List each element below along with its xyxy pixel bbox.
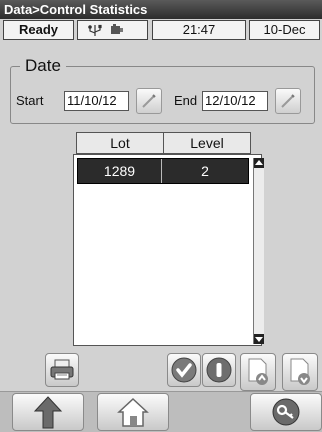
column-header-level[interactable]: Level (163, 132, 251, 154)
cell-level: 2 (201, 163, 209, 179)
home-button[interactable] (97, 393, 169, 431)
print-button[interactable] (45, 353, 79, 387)
document-down-button[interactable] (282, 353, 318, 391)
status-time: 21:47 (152, 20, 246, 40)
accept-button[interactable] (167, 353, 201, 387)
home-icon (117, 397, 149, 427)
title-bar: Data>Control Statistics (0, 0, 322, 19)
usb-icon (88, 24, 102, 36)
connection-icon (111, 24, 123, 34)
info-icon (206, 357, 232, 383)
printer-icon (50, 359, 74, 380)
status-ready: Ready (3, 20, 74, 40)
table-row[interactable]: 1289 2 (77, 158, 249, 184)
checkmark-icon (171, 357, 197, 383)
status-date: 10-Dec (249, 20, 320, 40)
keys-button[interactable] (250, 393, 322, 431)
status-bar: Ready 21:47 10-Dec (0, 19, 322, 43)
document-up-button[interactable] (240, 353, 276, 391)
results-table: 1289 2 (73, 154, 262, 346)
document-down-icon (290, 358, 310, 385)
pencil-icon (281, 94, 295, 108)
pencil-icon (142, 94, 156, 108)
start-date-picker-button[interactable] (136, 88, 162, 114)
key-icon (272, 398, 300, 426)
up-arrow-icon (33, 396, 63, 429)
scroll-up-arrow[interactable] (254, 158, 264, 168)
end-label: End (174, 93, 198, 108)
column-header-lot[interactable]: Lot (76, 132, 164, 154)
start-label: Start (16, 93, 44, 108)
scroll-down-arrow[interactable] (254, 334, 264, 344)
cell-lot: 1289 (78, 159, 162, 183)
end-date-picker-button[interactable] (275, 88, 301, 114)
document-up-icon (248, 358, 268, 385)
back-button[interactable] (12, 393, 84, 431)
info-button[interactable] (202, 353, 236, 387)
window-title: Data>Control Statistics (4, 2, 148, 17)
screen: Data>Control Statistics Ready 21:47 10-D… (0, 0, 322, 432)
status-icons (77, 20, 148, 40)
date-group-title: Date (20, 56, 66, 76)
table-scrollbar[interactable] (253, 158, 264, 344)
end-date-field[interactable]: 12/10/12 (202, 91, 268, 111)
start-date-field[interactable]: 11/10/12 (64, 91, 129, 111)
